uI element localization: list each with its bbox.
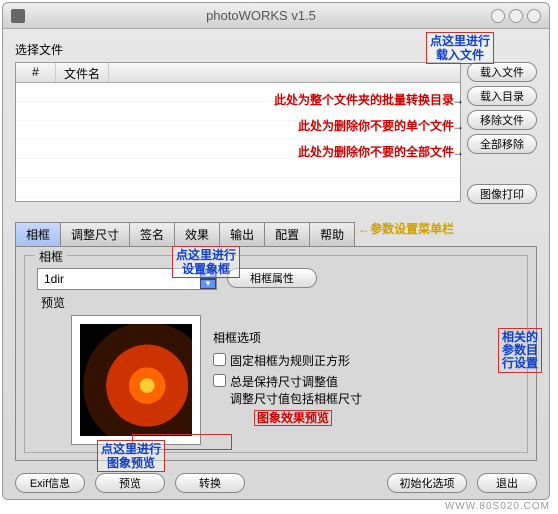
frame-dropdown[interactable]: 1dir ▲▼ <box>37 268 217 290</box>
callout-remove-one: 此处为删除你不要的单个文件 <box>298 119 454 133</box>
maximize-button[interactable] <box>509 9 523 23</box>
watermark: WWW.80S020.COM <box>445 501 550 512</box>
preview-box <box>71 315 201 445</box>
frame-options-label: 相框选项 <box>213 329 521 346</box>
frame-dropdown-value: 1dir <box>38 272 200 286</box>
preview-label: 预览 <box>41 294 521 311</box>
col-filename[interactable]: 文件名 <box>56 63 109 82</box>
load-dir-button[interactable]: 载入目录 <box>467 86 537 106</box>
preview-image <box>80 324 192 436</box>
bottom-bar: Exif信息 预览 转换 初始化选项 退出 <box>15 473 537 493</box>
tab-resize[interactable]: 调整尺寸 <box>60 222 130 246</box>
file-list: # 文件名 此处为整个文件夹的批量转换目录 → 此处为删除你不要的单个文件 → … <box>15 62 461 202</box>
file-list-body[interactable]: 此处为整个文件夹的批量转换目录 → 此处为删除你不要的单个文件 → 此处为删除你… <box>16 83 460 201</box>
init-button[interactable]: 初始化选项 <box>387 473 467 493</box>
callout-tab-note: ←参数设置菜单栏 <box>358 222 454 246</box>
exif-button[interactable]: Exif信息 <box>15 473 85 493</box>
tab-frame[interactable]: 相框 <box>15 222 61 246</box>
checkbox-fixed[interactable] <box>213 353 226 366</box>
callout-remove-all: 此处为删除你不要的全部文件 <box>298 145 454 159</box>
app-window: photoWORKS v1.5 选择文件 # 文件名 此处为整个文件夹的批量转换… <box>2 2 550 500</box>
opt-fixed-square[interactable]: 固定相框为规则正方形 <box>213 352 521 369</box>
opt-keep-size[interactable]: 总是保持尺寸调整值 调整尺寸值包括相框尺寸 <box>213 373 521 407</box>
print-button[interactable]: 图像打印 <box>467 184 537 204</box>
tab-panel-frame: 相框 1dir ▲▼ 相框属性 预览 相框选项 固定 <box>15 247 537 461</box>
titlebar: photoWORKS v1.5 <box>3 3 549 29</box>
minimize-button[interactable] <box>491 9 505 23</box>
close-button[interactable] <box>527 9 541 23</box>
tab-help[interactable]: 帮助 <box>309 222 355 246</box>
col-number[interactable]: # <box>16 63 56 82</box>
checkbox-keep[interactable] <box>213 374 226 387</box>
load-file-button[interactable]: 载入文件 <box>467 62 537 82</box>
exit-button[interactable]: 退出 <box>477 473 537 493</box>
frame-attr-button[interactable]: 相框属性 <box>227 268 317 288</box>
frame-options-area: 相框选项 固定相框为规则正方形 总是保持尺寸调整值 调整尺寸值包括相框尺寸 <box>213 315 521 445</box>
callout-right-opts: 相关的 参数目 行设置 <box>498 328 542 373</box>
file-list-header: # 文件名 <box>16 63 460 83</box>
select-file-label: 选择文件 <box>15 41 537 58</box>
stepper-icon[interactable]: ▲▼ <box>200 269 216 289</box>
callout-batch-dir: 此处为整个文件夹的批量转换目录 <box>274 93 454 107</box>
tab-bar: 相框 调整尺寸 签名 效果 输出 配置 帮助 ←参数设置菜单栏 <box>15 222 537 247</box>
tab-config[interactable]: 配置 <box>264 222 310 246</box>
tab-output[interactable]: 输出 <box>219 222 265 246</box>
convert-button[interactable]: 转换 <box>175 473 245 493</box>
preview-button[interactable]: 预览 <box>95 473 165 493</box>
side-buttons: 载入文件 载入目录 移除文件 全部移除 图像打印 <box>467 62 537 204</box>
remove-file-button[interactable]: 移除文件 <box>467 110 537 130</box>
tab-effect[interactable]: 效果 <box>174 222 220 246</box>
app-icon <box>11 9 25 23</box>
window-title: photoWORKS v1.5 <box>31 8 491 23</box>
remove-all-button[interactable]: 全部移除 <box>467 134 537 154</box>
tab-sign[interactable]: 签名 <box>129 222 175 246</box>
frame-groupbox: 相框 1dir ▲▼ 相框属性 预览 相框选项 固定 <box>24 255 528 453</box>
frame-group-label: 相框 <box>35 248 67 265</box>
